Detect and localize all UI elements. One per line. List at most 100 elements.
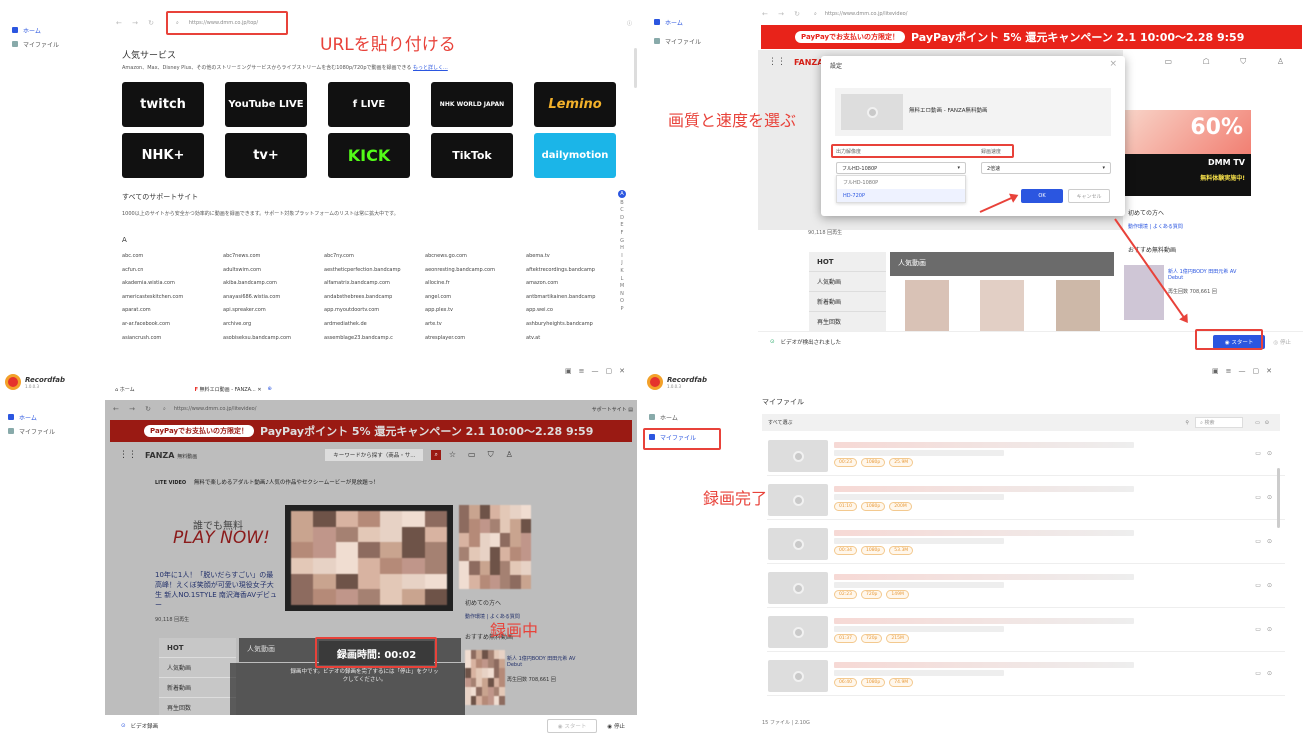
site-link[interactable]: amazon.com	[526, 280, 627, 289]
site-link[interactable]: ardmediathek.de	[324, 321, 425, 330]
stop-button[interactable]: ◉ 停止	[607, 722, 625, 730]
site-link[interactable]: andabsthebrees.bandcamp	[324, 294, 425, 303]
start-button[interactable]: ◉ スタート	[546, 719, 598, 733]
site-link[interactable]: api.spreaker.com	[223, 307, 324, 316]
campaign-banner[interactable]: PayPayでお支払いの方限定！ PayPayポイント 5% 還元キャンペーン …	[761, 25, 1302, 49]
row-actions-icon[interactable]: ▭⊙	[1255, 582, 1278, 589]
site-link[interactable]: ashburyheights.bandcamp	[526, 321, 627, 330]
tile-nhk-world[interactable]: NHK WORLD JAPAN	[431, 82, 513, 127]
site-link[interactable]: app.myoutdoortv.com	[324, 307, 425, 316]
sidebar-item-home[interactable]: ホーム	[647, 410, 696, 424]
scrollbar[interactable]	[1277, 468, 1280, 528]
site-link[interactable]: abc7news.com	[223, 253, 324, 262]
more-link[interactable]: もっと詳しく...	[413, 65, 448, 71]
alphabet-letter[interactable]: P	[620, 306, 623, 312]
site-link[interactable]: akademia.wistia.com	[122, 280, 223, 289]
option-720p[interactable]: HD-720P	[837, 189, 965, 202]
alphabet-letter[interactable]: F	[621, 230, 624, 236]
file-row[interactable]: 02:23 720p 149M ▭⊙	[767, 566, 1285, 608]
file-row[interactable]: 06:40 1080p 74.9M ▭⊙	[767, 654, 1285, 696]
hot-item[interactable]: 人気動画	[159, 658, 236, 678]
tile-kick[interactable]: KICK	[328, 133, 410, 178]
select-all[interactable]: すべて選ぶ	[768, 419, 792, 426]
support-sites-link[interactable]: サポートサイト ▤	[592, 406, 633, 413]
campaign-banner[interactable]: PayPayでお支払いの方限定！ PayPayポイント 5% 還元キャンペーン …	[110, 420, 632, 442]
site-link[interactable]: app.plex.tv	[425, 307, 526, 316]
window-controls[interactable]: ▣≡—▢✕	[1212, 367, 1279, 375]
site-link[interactable]: abc7ny.com	[324, 253, 425, 262]
site-link[interactable]: americasteskitchen.com	[122, 294, 223, 303]
tile-nhk-plus[interactable]: NHK+	[122, 133, 204, 178]
play-now[interactable]: PLAY NOW!	[173, 528, 270, 548]
side-item-title[interactable]: 新人 1億円BODY 田田元希 AV Debut	[1168, 268, 1238, 281]
site-link[interactable]: anayasi686.wistia.com	[223, 294, 324, 303]
side-item-title[interactable]: 新人 1億円BODY 田田元希 AV Debut	[507, 655, 579, 668]
search-input[interactable]: キーワードから探す（商品・サ...	[325, 449, 424, 461]
tile-tiktok[interactable]: TikTok	[431, 133, 513, 178]
hot-item[interactable]: 人気動画	[809, 272, 886, 292]
alphabet-letter[interactable]: M	[620, 283, 624, 289]
site-link[interactable]: aparat.com	[122, 307, 223, 316]
site-link[interactable]: aeonresting.bandcamp.com	[425, 267, 526, 276]
alphabet-letter[interactable]: A	[618, 190, 626, 198]
nav-arrows-icon[interactable]: ← → ↻	[113, 405, 155, 413]
site-link[interactable]: adultswim.com	[223, 267, 324, 276]
file-row[interactable]: 00:34 1080p 53.3M ▭⊙	[767, 522, 1285, 564]
tile-youtube-live[interactable]: YouTube LIVE	[225, 82, 307, 127]
site-link[interactable]: arte.tv	[425, 321, 526, 330]
hot-item[interactable]: 新着動画	[159, 678, 236, 698]
resolution-select[interactable]: フルHD-1080P ▾	[836, 162, 966, 174]
site-link[interactable]: abc.com	[122, 253, 223, 262]
scrollbar[interactable]	[634, 48, 637, 88]
alphabet-letter[interactable]: L	[621, 276, 624, 282]
site-link[interactable]: akiba.bandcamp.com	[223, 280, 324, 289]
grid-menu-icon[interactable]: ⋮⋮	[119, 450, 137, 460]
tile-lemino[interactable]: Lemino	[534, 82, 616, 127]
cancel-button[interactable]: キャンセル	[1068, 189, 1110, 203]
new-tab-icon[interactable]: ⊕	[268, 386, 272, 392]
site-link[interactable]: atresplayer.com	[425, 335, 526, 344]
sort-icon[interactable]: ⚲	[1185, 420, 1189, 426]
site-link[interactable]: abema.tv	[526, 253, 627, 262]
tab-home[interactable]: ⌂ ホーム	[105, 386, 145, 393]
ok-button[interactable]: OK	[1021, 189, 1063, 203]
popular-thumb[interactable]	[1056, 280, 1100, 332]
search-input[interactable]: ⌕ 検索	[1195, 417, 1244, 428]
promo-banner[interactable]: 60% DMM TV 無料体験実施中!	[1125, 110, 1251, 196]
sidebar-item-myfiles[interactable]: マイファイル	[652, 34, 701, 48]
alphabet-letter[interactable]: O	[620, 298, 624, 304]
popular-thumb[interactable]	[905, 280, 949, 332]
alphabet-letter[interactable]: I	[621, 253, 622, 259]
row-actions-icon[interactable]: ▭⊙	[1255, 670, 1278, 677]
featured-player[interactable]	[285, 505, 453, 611]
toolbar-icons[interactable]: ▭ ☖ ⛉ ♙	[1164, 57, 1298, 67]
alphabet-letter[interactable]: C	[620, 207, 624, 213]
site-link[interactable]: assemblage23.bandcamp.c	[324, 335, 425, 344]
hot-item[interactable]: 新着動画	[809, 292, 886, 312]
tile-dailymotion[interactable]: dailymotion	[534, 133, 616, 178]
site-link[interactable]: ar-ar.facebook.com	[122, 321, 223, 330]
option-1080p[interactable]: フルHD-1080P	[837, 176, 965, 189]
side-thumb[interactable]	[1124, 265, 1164, 320]
row-actions-icon[interactable]: ▭⊙	[1255, 450, 1278, 457]
toolbar-icons[interactable]: ☆▭⛉♙	[449, 450, 525, 460]
article-text[interactable]: 10年に1人！「脱いだらすごい」の最高峰！えくぼ笑顔が可愛い現役女子大生 新人N…	[155, 570, 279, 611]
header-icons[interactable]: ▭⊙	[1255, 420, 1274, 426]
url-input[interactable]: https://www.dmm.co.jp/litevideo/	[825, 11, 908, 17]
tile-facebook-live[interactable]: f LIVE	[328, 82, 410, 127]
sidebar-item-home[interactable]: ホーム	[6, 410, 55, 424]
site-link[interactable]: app.wei.co	[526, 307, 627, 316]
file-row[interactable]: 01:10 1080p 200M ▭⊙	[767, 478, 1285, 520]
blurred-thumb[interactable]	[465, 650, 505, 705]
sidebar-item-home[interactable]: ホーム	[10, 23, 59, 37]
search-button[interactable]: ⌕	[431, 450, 441, 460]
nav-arrows-icon[interactable]: ← → ↻	[762, 10, 804, 18]
alphabet-letter[interactable]: J	[621, 260, 622, 266]
fanza-logo[interactable]: FANZA 無料動画	[145, 451, 197, 460]
window-controls[interactable]: ▣≡—▢✕	[565, 367, 632, 375]
close-icon[interactable]: ×	[1109, 59, 1117, 69]
tile-twitch[interactable]: twitch	[122, 82, 204, 127]
stop-button[interactable]: ◎ 停止	[1273, 338, 1291, 346]
faq-link[interactable]: 動作環境 | よくある質問	[1128, 223, 1183, 230]
site-link[interactable]: asobiseksu.bandcamp.com	[223, 335, 324, 344]
